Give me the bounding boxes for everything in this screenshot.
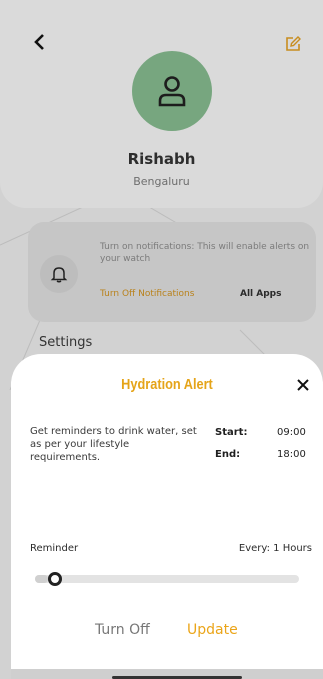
edit-icon [286,36,301,51]
end-time-value[interactable]: 18:00 [277,449,306,460]
end-label: End: [215,449,241,460]
update-button[interactable]: Update [187,622,238,638]
avatar [132,51,212,131]
profile-name: Rishabh [127,150,196,168]
notification-description: Turn on notifications: This will enable … [100,242,310,264]
reminder-slider-track[interactable] [35,575,299,583]
close-button[interactable] [292,374,314,396]
start-time-value[interactable]: 09:00 [277,427,306,438]
turn-off-notifications-link[interactable]: Turn Off Notifications [100,289,194,299]
profile-header: Rishabh Bengaluru [0,0,323,208]
edit-button[interactable] [283,34,303,54]
all-apps-link[interactable]: All Apps [240,289,281,299]
reminder-slider-fill [35,575,48,583]
reminder-interval-value: Every: 1 Hours [238,543,312,554]
start-label: Start: [215,427,248,438]
user-icon [158,76,186,107]
reminder-slider-thumb[interactable] [48,572,62,586]
close-icon [297,379,309,391]
turn-off-button[interactable]: Turn Off [95,622,150,638]
bell-icon [50,267,68,283]
chevron-left-icon [34,34,44,50]
hydration-description: Get reminders to drink water, set as per… [30,426,197,463]
back-button[interactable] [30,32,50,52]
bell-badge [40,255,78,293]
hydration-alert-sheet: Hydration Alert Get reminders to drink w… [11,354,323,679]
notification-card: Turn on notifications: This will enable … [28,222,316,322]
profile-city: Bengaluru [133,175,190,188]
sheet-title: Hydration Alert [121,376,213,393]
settings-heading: Settings [39,335,93,350]
reminder-label: Reminder [30,543,79,554]
